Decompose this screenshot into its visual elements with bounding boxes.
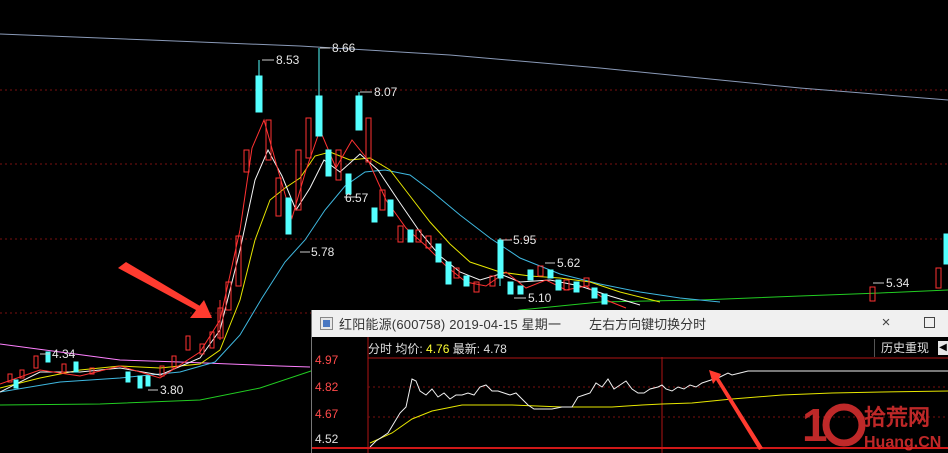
price-label-5-95: 5.95 bbox=[513, 233, 537, 247]
popup-hint: 左右方向键切换分时 bbox=[589, 317, 707, 332]
time-label: 分时 bbox=[368, 342, 393, 356]
popup-title: 红阳能源(600758) 2019-04-15 星期一 bbox=[339, 317, 562, 332]
popup-titlebar[interactable]: 红阳能源(600758) 2019-04-15 星期一 左右方向键切换分时 × bbox=[312, 310, 948, 337]
avg-value: 4.76 bbox=[426, 342, 450, 356]
price-label-5-78: 5.78 bbox=[311, 245, 335, 259]
avg-label: 均价: bbox=[395, 342, 423, 356]
price-label-3-80: 3.80 bbox=[160, 383, 184, 397]
price-label-8-66: 8.66 bbox=[332, 41, 356, 55]
latest-label: 最新: bbox=[452, 342, 481, 356]
price-label-4-34: 4.34 bbox=[52, 347, 76, 361]
y-axis-label-4-97: 4.97 bbox=[315, 353, 339, 367]
y-axis-label-4-67: 4.67 bbox=[315, 407, 339, 421]
y-axis-label-4-52: 4.52 bbox=[315, 432, 339, 446]
history-replay-button[interactable]: 历史重现 bbox=[874, 339, 943, 357]
annotation-arrow-icon bbox=[118, 262, 212, 318]
collapse-arrow-icon[interactable]: ◀ bbox=[938, 341, 948, 355]
latest-value: 4.78 bbox=[483, 342, 507, 356]
app-window-icon bbox=[320, 317, 333, 330]
close-button[interactable]: × bbox=[878, 315, 894, 331]
popup-annotation-arrow-icon bbox=[709, 370, 763, 450]
svg-text:Huang.CN: Huang.CN bbox=[864, 434, 941, 451]
intraday-info-bar: 分时 均价: 4.76 最新: 4.78 bbox=[368, 340, 507, 357]
price-label-5-10: 5.10 bbox=[528, 291, 552, 305]
price-label-5-34: 5.34 bbox=[886, 276, 910, 290]
y-axis-label-4-82: 4.82 bbox=[315, 380, 339, 394]
price-label-8-53: 8.53 bbox=[276, 53, 300, 67]
price-label-6-57: 6.57 bbox=[345, 191, 369, 205]
price-label-5-62: 5.62 bbox=[557, 256, 581, 270]
watermark-logo: 1 拾荒网 Huang.CN bbox=[802, 399, 941, 451]
maximize-button[interactable] bbox=[924, 317, 935, 328]
svg-text:拾荒网: 拾荒网 bbox=[864, 405, 930, 431]
price-label-8-07: 8.07 bbox=[374, 85, 398, 99]
